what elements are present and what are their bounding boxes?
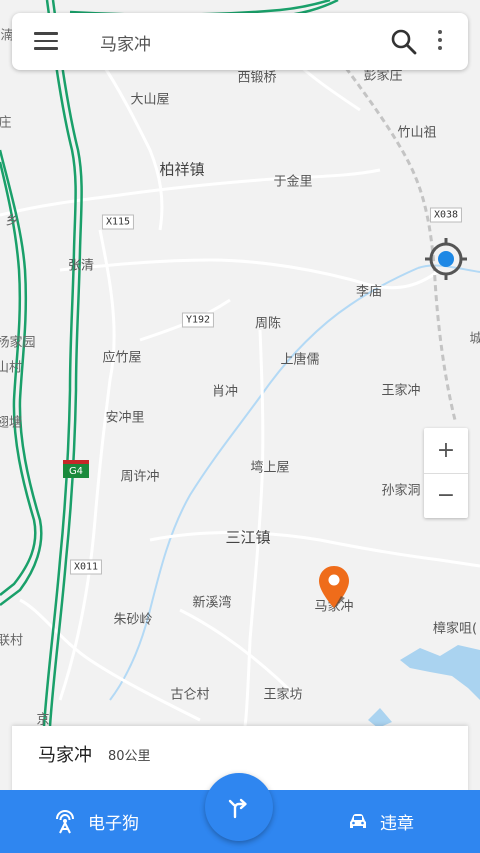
- more-options-icon[interactable]: [436, 30, 444, 54]
- place-label-zhouchen[interactable]: 周陈: [255, 313, 281, 332]
- place-distance: 80公里: [108, 749, 151, 764]
- place-label-guluncun[interactable]: 古仑村: [170, 684, 209, 703]
- place-label-shangtangru[interactable]: 上唐儒: [280, 349, 319, 368]
- violations-label: 违章: [380, 814, 414, 834]
- place-label-frag-xiang: 乡: [5, 213, 19, 229]
- place-label-frag-zhuang: 庄: [0, 115, 12, 131]
- zoom-in-button[interactable]: +: [424, 428, 468, 473]
- road-shield-x038: X038: [429, 207, 463, 223]
- place-label-yujinli[interactable]: 于金里: [273, 171, 312, 190]
- zoom-out-button[interactable]: −: [424, 473, 468, 518]
- route-icon: [228, 798, 247, 819]
- place-label-frag-yangjiayuan: 杨家园: [0, 335, 36, 351]
- car-icon: [350, 813, 366, 828]
- road-shield-x115: X115: [101, 214, 135, 230]
- violations-button[interactable]: 违章: [348, 790, 414, 853]
- place-label-zhangjiaju[interactable]: 樟家咀(: [433, 618, 477, 637]
- search-icon[interactable]: [390, 28, 418, 56]
- place-label-wangjiafang[interactable]: 王家坊: [263, 684, 302, 703]
- search-bar[interactable]: 马家冲: [12, 13, 468, 70]
- expressway-shield: G4: [63, 460, 89, 478]
- place-label-zhouxuchong[interactable]: 周许冲: [120, 466, 159, 485]
- place-label-limiao[interactable]: 李庙: [356, 281, 382, 300]
- speed-camera-icon: [56, 809, 74, 833]
- search-query[interactable]: 马家冲: [100, 30, 151, 55]
- route-button[interactable]: [205, 773, 273, 841]
- place-label-frag-jitang: 翅塘: [0, 415, 23, 431]
- destination-pin-icon[interactable]: [319, 566, 349, 608]
- road-shield-y192: Y192: [181, 312, 215, 328]
- place-label-dashanwu[interactable]: 大山屋: [130, 89, 169, 108]
- place-label-zhangqing[interactable]: 张清: [68, 255, 94, 274]
- place-label-qishangwu[interactable]: 塆上屋: [250, 457, 289, 476]
- place-label-anchongli[interactable]: 安冲里: [105, 407, 144, 426]
- menu-icon[interactable]: [34, 32, 58, 51]
- zoom-control: + −: [424, 428, 468, 518]
- road-shield-x011: X011: [69, 559, 103, 575]
- place-label-yingzhuwu[interactable]: 应竹屋: [102, 347, 141, 366]
- place-label-zhushaling[interactable]: 朱砂岭: [113, 609, 152, 628]
- my-location-icon[interactable]: [423, 236, 469, 282]
- speed-camera-label: 电子狗: [88, 814, 139, 834]
- speed-camera-button[interactable]: 电子狗: [54, 790, 139, 853]
- place-label-frag-cheng: 城: [469, 331, 480, 347]
- place-label-baixiangzhen[interactable]: 柏祥镇: [159, 159, 204, 180]
- place-name: 马家冲: [38, 745, 92, 766]
- place-label-sunjiadong[interactable]: 孙家洞: [381, 480, 420, 499]
- place-label-frag-shancun: 山村: [0, 360, 23, 376]
- place-label-sanjiangzhen[interactable]: 三江镇: [225, 527, 270, 548]
- place-label-zhushanzu[interactable]: 竹山祖: [397, 122, 436, 141]
- place-label-frag-jing: 京: [36, 712, 50, 728]
- place-label-xiaochong[interactable]: 肖冲: [212, 381, 238, 400]
- place-label-frag-lincun: 联村: [0, 633, 24, 649]
- place-label-xinxiwan[interactable]: 新溪湾: [192, 592, 231, 611]
- place-label-wangjiachong[interactable]: 王家冲: [381, 380, 420, 399]
